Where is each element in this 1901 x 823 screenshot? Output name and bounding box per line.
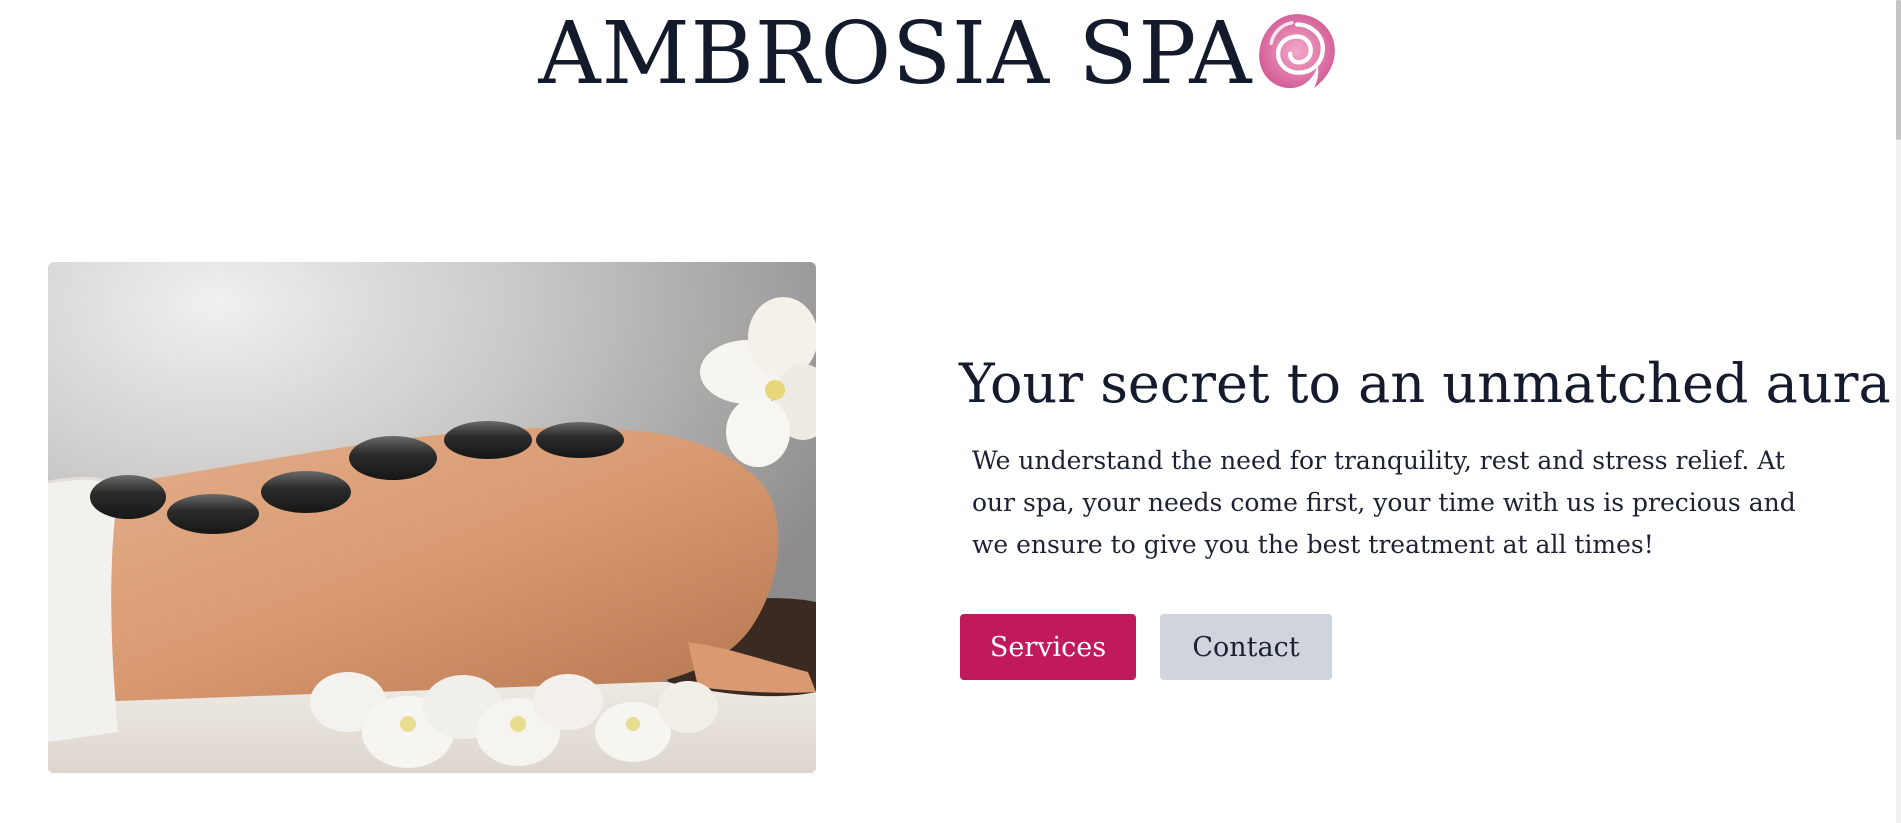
site-header: AMBROSIA SPA (0, 6, 1901, 102)
rose-swirl-icon (1259, 14, 1336, 89)
hero-description: We understand the need for tranquility, … (972, 446, 1796, 559)
page: AMBROSIA SPA Your secret to an unmatched… (0, 0, 1901, 823)
brand-logo-link[interactable]: AMBROSIA SPA (539, 11, 1341, 97)
hero-title: Your secret to an unmatched aura (959, 352, 1891, 415)
hero-image (48, 262, 816, 773)
scrollbar-thumb[interactable] (1896, 0, 1901, 140)
vertical-scrollbar[interactable] (1896, 0, 1901, 823)
services-button[interactable]: Services (960, 614, 1136, 680)
brand-name: AMBROSIA SPA (538, 4, 1253, 104)
contact-button[interactable]: Contact (1160, 614, 1332, 680)
massage-photo (48, 262, 816, 773)
